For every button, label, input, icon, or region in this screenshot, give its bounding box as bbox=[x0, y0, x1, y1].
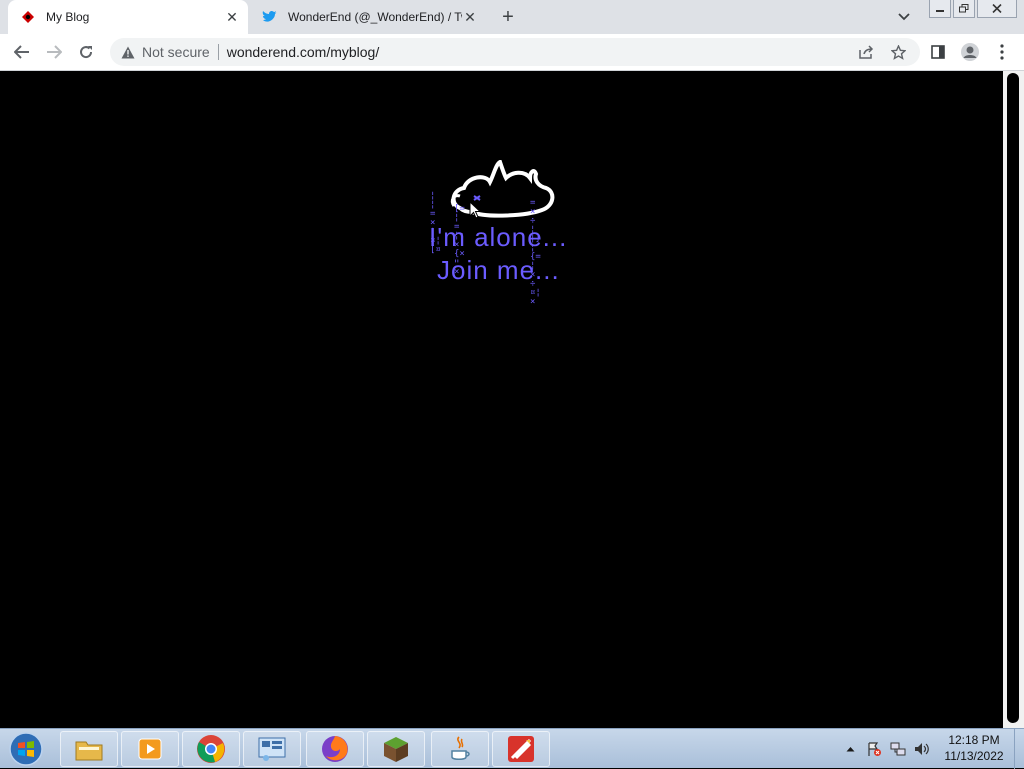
forward-arrow-icon[interactable] bbox=[40, 38, 68, 66]
windows-taskbar: 12:18 PM 11/13/2022 bbox=[0, 728, 1024, 769]
menu-kebab-icon[interactable] bbox=[990, 40, 1014, 64]
blog-text-line1: I'm alone... bbox=[429, 222, 568, 252]
close-window-button[interactable] bbox=[977, 0, 1017, 18]
browser-chrome: My Blog ✕ WonderEnd (@_WonderEnd) / Tw ✕… bbox=[0, 0, 1024, 71]
red-blog-icon bbox=[20, 9, 36, 25]
tab-title: My Blog bbox=[46, 10, 90, 24]
minimize-button[interactable] bbox=[929, 0, 951, 18]
volume-icon[interactable] bbox=[913, 729, 931, 769]
back-arrow-icon[interactable] bbox=[8, 38, 36, 66]
control-panel-icon[interactable] bbox=[243, 731, 301, 767]
url-text[interactable]: wonderend.com/myblog/ bbox=[227, 44, 380, 60]
clock-date: 11/13/2022 bbox=[944, 749, 1004, 763]
profile-avatar-icon[interactable] bbox=[958, 40, 982, 64]
new-tab-button[interactable]: + bbox=[496, 6, 520, 28]
tab-twitter[interactable]: WonderEnd (@_WonderEnd) / Tw ✕ bbox=[250, 0, 486, 34]
start-button[interactable] bbox=[4, 731, 48, 767]
security-label[interactable]: Not secure bbox=[142, 44, 210, 60]
tab-title: WonderEnd (@_WonderEnd) / Tw bbox=[288, 10, 462, 24]
close-tab-icon[interactable]: ✕ bbox=[462, 9, 478, 25]
address-bar[interactable]: Not secure wonderend.com/myblog/ bbox=[110, 38, 920, 66]
page-scrollbar[interactable] bbox=[1003, 71, 1024, 728]
browser-toolbar: Not secure wonderend.com/myblog/ bbox=[0, 34, 1024, 71]
close-tab-icon[interactable]: ✕ bbox=[224, 9, 240, 25]
bookmark-star-icon[interactable] bbox=[886, 40, 910, 64]
rocket-app-icon[interactable] bbox=[492, 731, 550, 767]
file-explorer-icon[interactable] bbox=[60, 731, 118, 767]
tab-my-blog[interactable]: My Blog ✕ bbox=[8, 0, 248, 34]
mouse-cursor-icon bbox=[469, 201, 482, 219]
warning-icon[interactable] bbox=[120, 44, 136, 60]
scrollbar-thumb[interactable] bbox=[1007, 73, 1019, 723]
blog-text-line2: Join me... bbox=[437, 255, 560, 285]
tab-search-icon[interactable] bbox=[894, 8, 914, 26]
firefox-icon[interactable] bbox=[306, 731, 364, 767]
network-icon[interactable] bbox=[890, 729, 906, 769]
page-viewport: ¦¦=×¦¤¦[¤ [=¦=¦;×{×ײ× =×÷¦¦}¦{=¦×÷¤¦× I'… bbox=[0, 71, 1003, 728]
media-player-icon[interactable] bbox=[121, 731, 179, 767]
system-clock[interactable]: 12:18 PM 11/13/2022 bbox=[935, 732, 1013, 764]
side-panel-icon[interactable] bbox=[926, 40, 950, 64]
java-icon[interactable] bbox=[431, 731, 489, 767]
action-center-flag-icon[interactable] bbox=[866, 729, 882, 769]
restore-button[interactable] bbox=[953, 0, 975, 18]
reload-icon[interactable] bbox=[72, 38, 100, 66]
minecraft-icon[interactable] bbox=[367, 731, 425, 767]
chrome-icon[interactable] bbox=[182, 731, 240, 767]
share-icon[interactable] bbox=[854, 40, 878, 64]
show-desktop-button[interactable] bbox=[1014, 729, 1024, 769]
tab-strip: My Blog ✕ WonderEnd (@_WonderEnd) / Tw ✕… bbox=[0, 0, 1024, 34]
twitter-icon bbox=[262, 9, 278, 25]
omnibox-divider bbox=[217, 44, 219, 60]
clock-time: 12:18 PM bbox=[948, 733, 1000, 747]
show-hidden-icons-icon[interactable] bbox=[843, 729, 857, 769]
